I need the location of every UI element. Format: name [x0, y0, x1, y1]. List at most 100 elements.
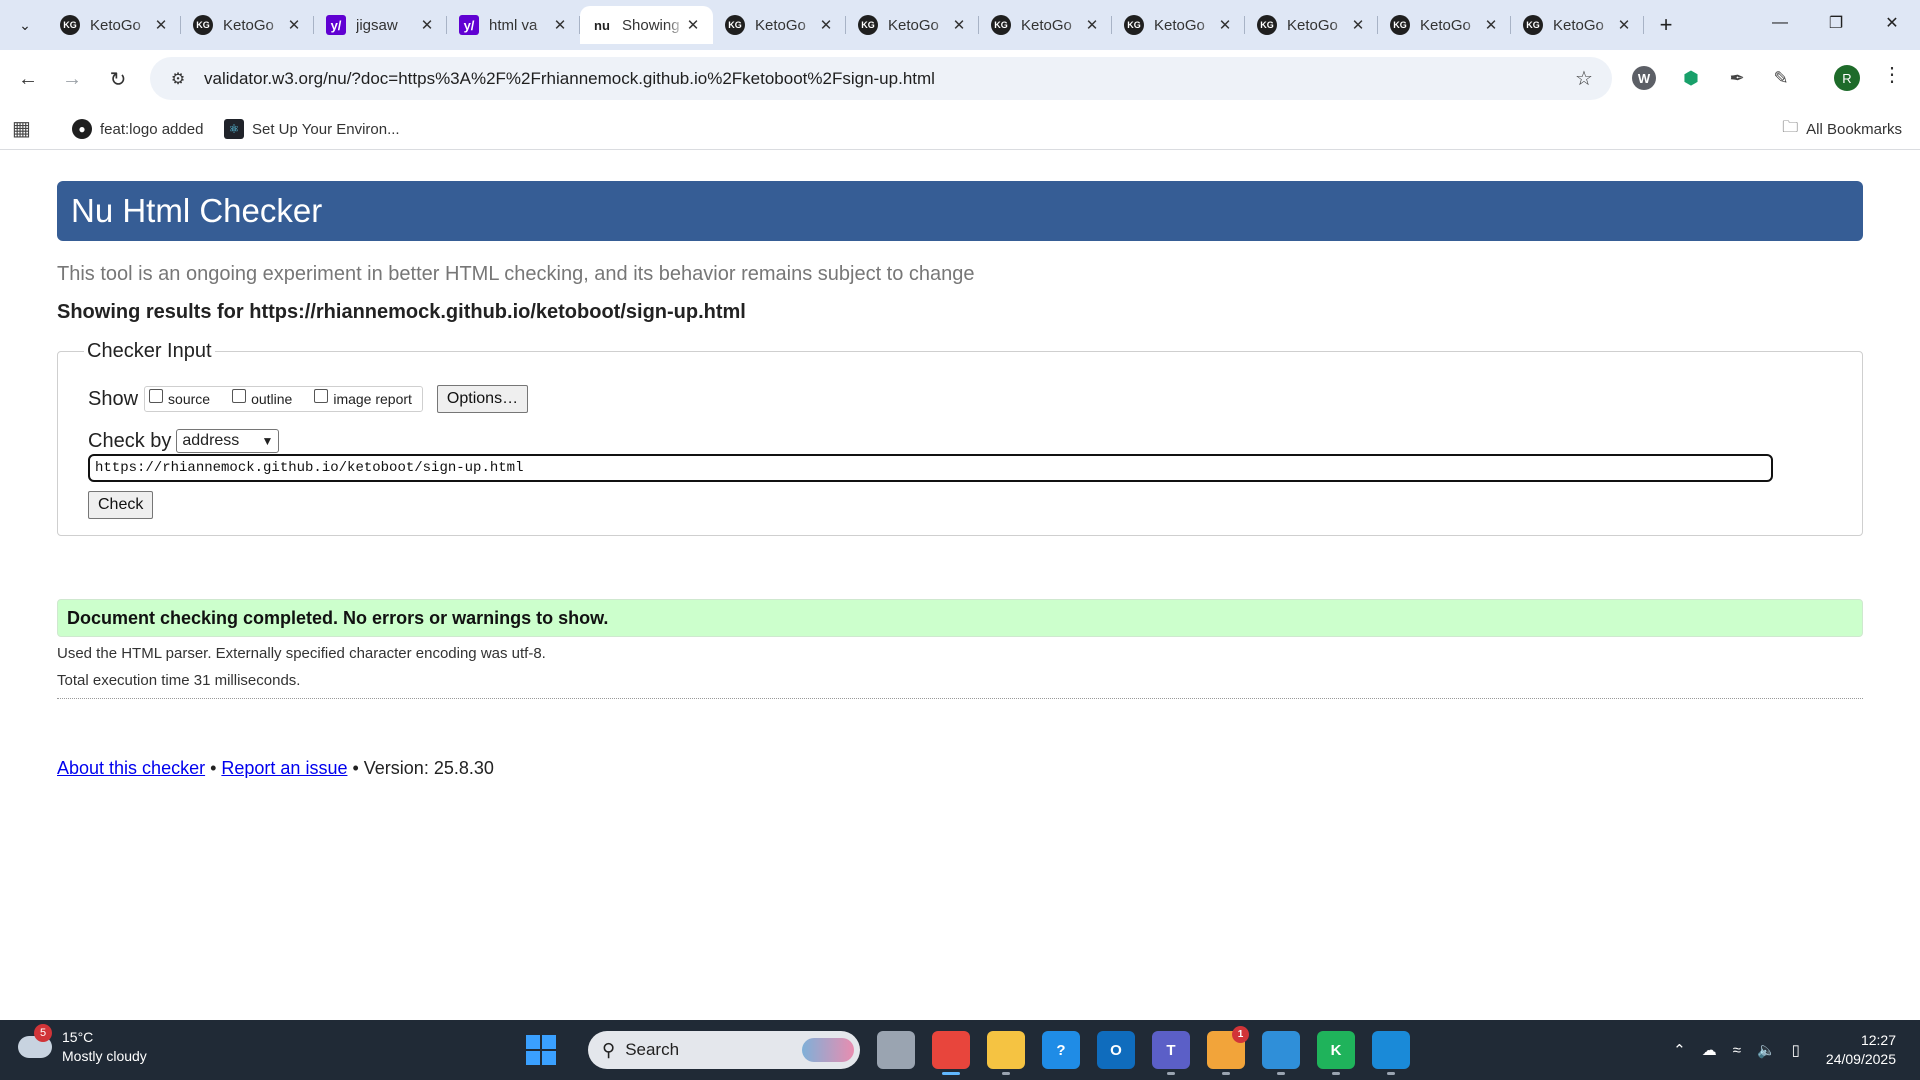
- image-report-checkbox[interactable]: [314, 389, 329, 403]
- tab-7[interactable]: KG KetoGo ✕: [979, 6, 1112, 44]
- windows-start-icon[interactable]: [526, 1035, 556, 1065]
- help-icon[interactable]: ?: [1042, 1031, 1080, 1069]
- check-by-value: address: [182, 432, 240, 449]
- address-bar[interactable]: ⚙ validator.w3.org/nu/?doc=https%3A%2F%2…: [150, 57, 1612, 100]
- tab-3[interactable]: y/html va ✕: [447, 6, 580, 44]
- report-issue-link[interactable]: Report an issue: [221, 758, 347, 779]
- forward-icon[interactable]: →: [50, 59, 94, 99]
- taskbar-search-label: Search: [625, 1040, 680, 1059]
- tab-close-icon[interactable]: ✕: [1616, 16, 1632, 34]
- outline-checkbox[interactable]: [232, 389, 247, 403]
- version-text: Version: 25.8.30: [363, 758, 494, 778]
- tab-0[interactable]: KG KetoGo ✕: [48, 6, 181, 44]
- tab-close-icon[interactable]: ✕: [419, 16, 435, 34]
- tab-strip: ⌄ KG KetoGo ✕ KG KetoGo ✕ y/jigsaw ✕ y/html va ✕ n…: [0, 0, 1920, 50]
- checker-input-fieldset: Checker Input Show source outline image …: [57, 340, 1863, 536]
- task-view-icon[interactable]: [877, 1031, 915, 1069]
- shield-extension-icon[interactable]: ⬢: [1676, 63, 1706, 93]
- nu-icon: nu: [594, 17, 610, 33]
- kotlin-icon[interactable]: K: [1317, 1031, 1355, 1075]
- tab-title: KetoGo: [90, 16, 141, 34]
- tab-title: KetoGo: [755, 16, 806, 34]
- image-report-label: image report: [333, 391, 412, 407]
- tab-9[interactable]: KG KetoGo ✕: [1245, 6, 1378, 44]
- tab-close-icon[interactable]: ✕: [552, 16, 568, 34]
- options-button[interactable]: Options…: [436, 385, 529, 413]
- taskbar-search[interactable]: ⚲ Search: [588, 1031, 860, 1069]
- show-outline-option[interactable]: outline: [232, 389, 293, 407]
- vscode-icon[interactable]: [1372, 1031, 1410, 1075]
- tab-4[interactable]: nu Showing ✕: [580, 6, 713, 44]
- tab-title: jigsaw: [356, 16, 398, 34]
- wordpress-extension-icon[interactable]: W: [1632, 66, 1656, 90]
- tab-8[interactable]: KG KetoGo ✕: [1112, 6, 1245, 44]
- teams-icon[interactable]: T: [1152, 1031, 1190, 1075]
- show-image-report-option[interactable]: image report: [314, 389, 412, 407]
- tab-2[interactable]: y/jigsaw ✕: [314, 6, 447, 44]
- show-source-option[interactable]: source: [149, 389, 210, 407]
- tab-title: KetoGo: [223, 16, 274, 34]
- battery-icon[interactable]: ▯: [1792, 1041, 1800, 1059]
- tab-close-icon[interactable]: ✕: [153, 16, 169, 34]
- onedrive-cloud-icon[interactable]: ☁: [1702, 1041, 1717, 1059]
- check-by-select[interactable]: address ▼: [176, 429, 280, 453]
- search-highlight-icon: [802, 1038, 854, 1062]
- wifi-icon[interactable]: ≈: [1733, 1042, 1741, 1059]
- browser-menu-icon[interactable]: ⋮: [1882, 62, 1902, 87]
- site-info-icon[interactable]: ⚙: [158, 69, 198, 89]
- chrome-icon[interactable]: [932, 1031, 970, 1075]
- bookmark-feat-logo[interactable]: ● feat:logo added: [72, 108, 203, 150]
- tab-close-icon[interactable]: ✕: [951, 16, 967, 34]
- notepad-icon[interactable]: [1262, 1031, 1300, 1075]
- tab-close-icon[interactable]: ✕: [1483, 16, 1499, 34]
- tab-10[interactable]: KG KetoGo ✕: [1378, 6, 1511, 44]
- address-bar-url[interactable]: validator.w3.org/nu/?doc=https%3A%2F%2Fr…: [204, 69, 1564, 89]
- kg-icon: KG: [60, 15, 80, 35]
- tab-close-icon[interactable]: ✕: [1217, 16, 1233, 34]
- discord-icon[interactable]: 1: [1207, 1026, 1249, 1075]
- temperature: 15°C: [62, 1029, 94, 1045]
- new-tab-icon[interactable]: +: [1648, 6, 1684, 44]
- apps-grid-icon[interactable]: ▦: [12, 116, 31, 141]
- extensions-puzzle-icon[interactable]: ✎: [1766, 63, 1796, 93]
- bookmark-setup-environ[interactable]: ⚛ Set Up Your Environ...: [224, 108, 400, 150]
- back-icon[interactable]: ←: [6, 59, 50, 99]
- outline-label: outline: [251, 391, 293, 407]
- all-bookmarks[interactable]: 🗀 All Bookmarks: [1782, 108, 1902, 150]
- tab-6[interactable]: KG KetoGo ✕: [846, 6, 979, 44]
- tab-close-icon[interactable]: ✕: [286, 16, 302, 34]
- close-window-icon[interactable]: ✕: [1864, 0, 1920, 46]
- reload-icon[interactable]: ↻: [96, 59, 140, 99]
- tab-search-icon[interactable]: ⌄: [10, 10, 40, 40]
- file-explorer-icon[interactable]: [987, 1031, 1025, 1075]
- tab-title: KetoGo: [1154, 16, 1205, 34]
- tab-close-icon[interactable]: ✕: [818, 16, 834, 34]
- chevron-up-icon[interactable]: ⌃: [1673, 1041, 1686, 1059]
- tab-title: KetoGo: [1553, 16, 1604, 34]
- clock[interactable]: 12:27 24/09/2025: [1826, 1031, 1896, 1069]
- tab-title: Showing: [622, 16, 680, 34]
- profile-avatar[interactable]: R: [1834, 65, 1860, 91]
- outlook-icon[interactable]: O: [1097, 1031, 1135, 1069]
- tab-close-icon[interactable]: ✕: [1350, 16, 1366, 34]
- tab-close-icon[interactable]: ✕: [1084, 16, 1100, 34]
- tab-close-icon[interactable]: ✕: [685, 16, 701, 34]
- bookmarks-bar: ▦ ● feat:logo added ⚛ Set Up Your Enviro…: [0, 108, 1920, 150]
- bookmark-star-icon[interactable]: ☆: [1564, 66, 1604, 91]
- restore-icon[interactable]: ❐: [1808, 0, 1864, 46]
- browser-toolbar: ← → ↻ ⚙ validator.w3.org/nu/?doc=https%3…: [0, 50, 1920, 108]
- tab-title: KetoGo: [1420, 16, 1471, 34]
- weather-condition: Mostly cloudy: [62, 1048, 147, 1064]
- minimize-icon[interactable]: —: [1752, 0, 1808, 46]
- volume-icon[interactable]: 🔈: [1757, 1041, 1776, 1059]
- weather-widget[interactable]: 5 15°C Mostly cloudy: [18, 1024, 147, 1066]
- pen-extension-icon[interactable]: ✒: [1722, 63, 1752, 93]
- tab-11[interactable]: KG KetoGo ✕: [1511, 6, 1644, 44]
- document-url-input[interactable]: https://rhiannemock.github.io/ketoboot/s…: [88, 454, 1773, 482]
- source-checkbox[interactable]: [149, 389, 164, 403]
- checker-header: Nu Html Checker: [57, 181, 1863, 241]
- check-button[interactable]: Check: [88, 491, 154, 519]
- tab-5[interactable]: KG KetoGo ✕: [713, 6, 846, 44]
- about-checker-link[interactable]: About this checker: [57, 758, 205, 779]
- tab-1[interactable]: KG KetoGo ✕: [181, 6, 314, 44]
